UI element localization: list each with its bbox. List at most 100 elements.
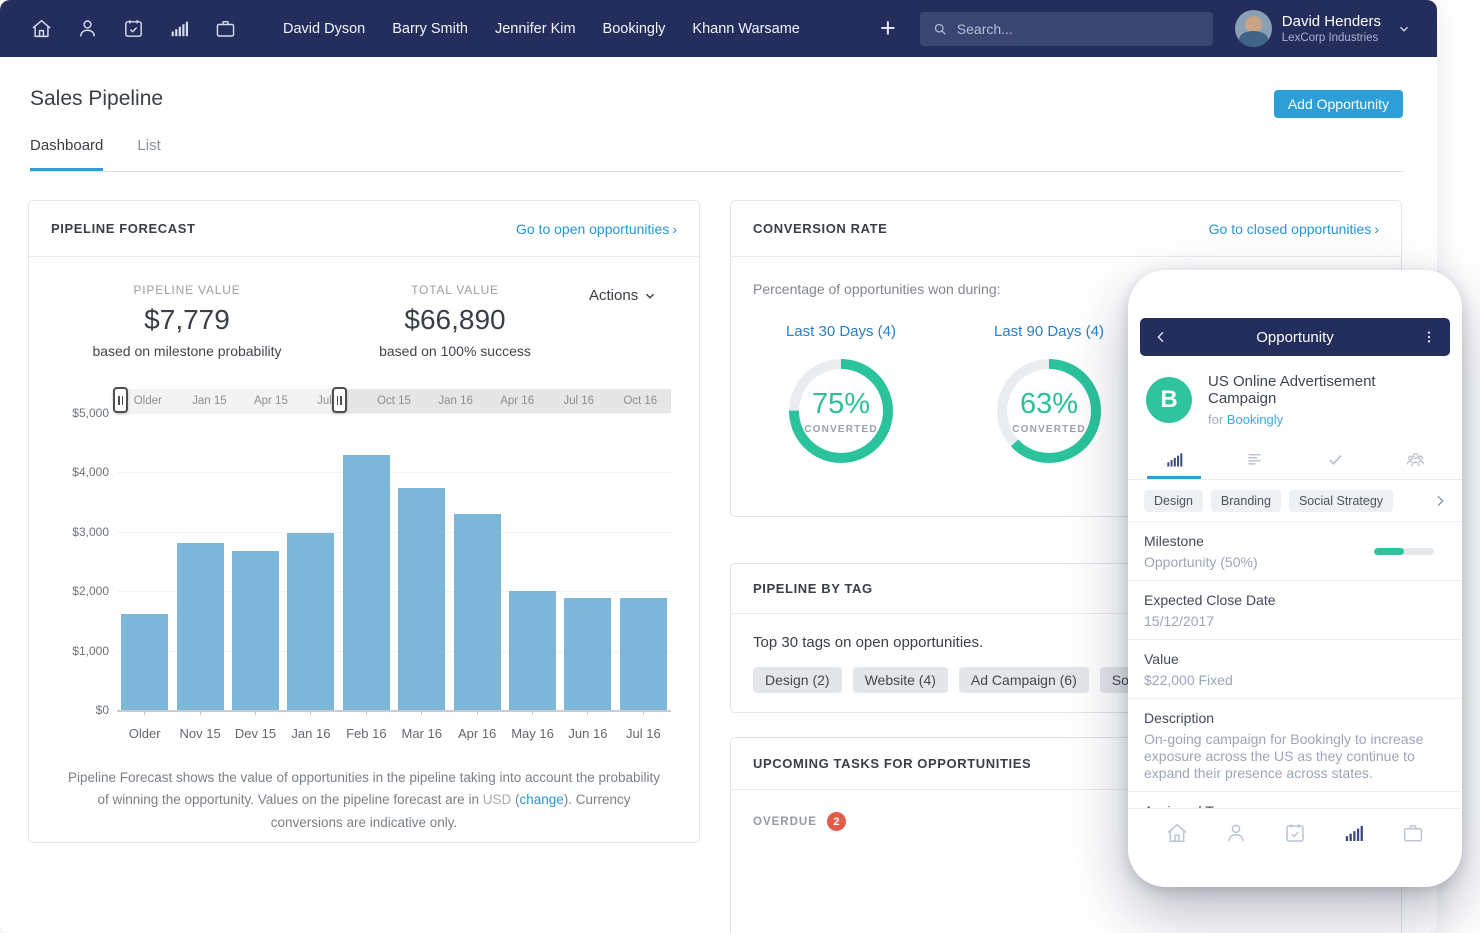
phone-tabs: [1128, 440, 1462, 480]
shortcut-jennifer-kim[interactable]: Jennifer Kim: [495, 21, 576, 37]
phone-nav-calendar[interactable]: [1266, 821, 1325, 845]
home-icon[interactable]: [30, 17, 53, 40]
x-axis-label: Jul 16: [616, 726, 671, 741]
shortcut-david-dyson[interactable]: David Dyson: [283, 21, 365, 37]
people-icon: [1405, 449, 1426, 470]
shortcut-bookingly[interactable]: Bookingly: [603, 21, 666, 37]
forecast-footnote: Pipeline Forecast shows the value of opp…: [64, 767, 664, 834]
topbar-shortcuts: David Dyson Barry Smith Jennifer Kim Boo…: [283, 21, 800, 37]
gridline: [117, 710, 671, 712]
forecast-stats: PIPELINE VALUE $7,779 based on milestone…: [29, 257, 699, 359]
slider-labels: OlderJan 15Apr 15Jul 15Oct 15Jan 16Apr 1…: [117, 389, 671, 413]
donut-period-label[interactable]: Last 30 Days (4): [737, 323, 945, 340]
person-icon: [1224, 821, 1248, 845]
home-icon: [1165, 821, 1189, 845]
open-opportunities-link[interactable]: Go to open opportunities›: [516, 221, 677, 237]
y-axis-label: $0: [57, 703, 109, 717]
phone-tab-notes[interactable]: [1215, 440, 1296, 479]
chevron-down-icon[interactable]: [1397, 22, 1411, 36]
x-axis-label: Dev 15: [228, 726, 283, 741]
user-name: David Henders: [1282, 13, 1381, 32]
tab-dashboard[interactable]: Dashboard: [30, 137, 103, 171]
stats-icon: [1342, 821, 1366, 845]
x-axis-label: Jun 16: [560, 726, 615, 741]
stats-icon: [1164, 449, 1185, 470]
phone-nav-cases[interactable]: [1383, 821, 1442, 845]
opportunity-summary: B US Online Advertisement Campaign for B…: [1128, 356, 1462, 440]
back-icon[interactable]: [1153, 329, 1169, 345]
kebab-menu-icon[interactable]: [1421, 329, 1437, 345]
x-axis-label: Mar 16: [394, 726, 449, 741]
contacts-icon[interactable]: [76, 17, 99, 40]
company-link[interactable]: Bookingly: [1227, 412, 1283, 427]
x-axis-label: Jan 16: [283, 726, 338, 741]
phone-tags-row[interactable]: DesignBrandingSocial Strategy: [1128, 480, 1462, 522]
phone-nav-home[interactable]: [1148, 821, 1207, 845]
sales-pipeline-icon[interactable]: [168, 17, 191, 40]
phone-tag-pill: Design: [1144, 490, 1203, 512]
shortcut-barry-smith[interactable]: Barry Smith: [392, 21, 468, 37]
phone-mockup: Opportunity B US Online Advertisement Ca…: [1128, 270, 1462, 887]
date-range-slider[interactable]: OlderJan 15Apr 15Jul 15Oct 15Jan 16Apr 1…: [117, 389, 671, 413]
donut-group: Last 90 Days (4) 63% CONVERTED: [945, 323, 1153, 466]
tag-pill[interactable]: Design (2): [753, 667, 842, 693]
currency-code: USD: [483, 792, 512, 807]
value-field: Value $22,000 Fixed: [1128, 640, 1462, 699]
slider-handle-left[interactable]: [113, 387, 128, 413]
actions-dropdown[interactable]: Actions: [589, 287, 675, 304]
notes-icon: [1244, 449, 1265, 470]
forecast-bar: [620, 598, 667, 710]
tag-pill[interactable]: Website (4): [853, 667, 948, 693]
phone-tab-tasks[interactable]: [1295, 440, 1376, 479]
phone-nav-pipeline[interactable]: [1324, 821, 1383, 845]
slider-label: Apr 15: [240, 389, 302, 413]
tag-pill[interactable]: Ad Campaign (6): [959, 667, 1089, 693]
donut-period-label[interactable]: Last 90 Days (4): [945, 323, 1153, 340]
slider-label: Jul 16: [548, 389, 610, 413]
forecast-bar: [232, 551, 279, 710]
y-axis-label: $4,000: [57, 465, 109, 479]
user-menu[interactable]: David Henders LexCorp Industries: [1235, 10, 1411, 47]
shortcut-khann-warsame[interactable]: Khann Warsame: [692, 21, 799, 37]
user-org: LexCorp Industries: [1282, 32, 1381, 44]
conversion-title: CONVERSION RATE: [753, 221, 887, 236]
add-icon[interactable]: +: [880, 15, 896, 42]
pipeline-value-stat: PIPELINE VALUE $7,779 based on milestone…: [53, 283, 321, 359]
topbar-icons: [30, 17, 237, 40]
forecast-bar: [454, 514, 501, 710]
forecast-bar: [121, 614, 168, 710]
slider-handle-right[interactable]: [332, 387, 347, 413]
closed-opportunities-link[interactable]: Go to closed opportunities›: [1209, 221, 1379, 237]
phone-tab-people[interactable]: [1376, 440, 1457, 479]
tasks-title: UPCOMING TASKS FOR OPPORTUNITIES: [753, 756, 1031, 771]
tab-list[interactable]: List: [137, 137, 160, 171]
slider-label: Oct 15: [363, 389, 425, 413]
forecast-chart: OlderJan 15Apr 15Jul 15Oct 15Jan 16Apr 1…: [57, 389, 671, 741]
y-axis-label: $5,000: [57, 406, 109, 420]
donut-caption: CONVERTED: [1012, 424, 1086, 435]
pipeline-forecast-card: PIPELINE FORECAST Go to open opportuniti…: [28, 200, 700, 843]
phone-nav-contacts[interactable]: [1207, 821, 1266, 845]
y-axis-label: $1,000: [57, 644, 109, 658]
tags-title: PIPELINE BY TAG: [753, 581, 873, 596]
overdue-label: OVERDUE: [753, 816, 817, 828]
conversion-donut: 75%CONVERTED: [786, 356, 896, 466]
x-axis-labels: OlderNov 15Dev 15Jan 16Feb 16Mar 16Apr 1…: [117, 710, 671, 741]
search-input[interactable]: [957, 21, 1201, 37]
search-box[interactable]: [920, 12, 1213, 46]
phone-tag-pills: DesignBrandingSocial Strategy: [1144, 490, 1432, 512]
phone-tag-pill: Social Strategy: [1289, 490, 1393, 512]
calendar-icon: [1283, 821, 1307, 845]
check-icon: [1325, 449, 1346, 470]
cases-icon[interactable]: [214, 17, 237, 40]
forecast-bar: [343, 455, 390, 710]
calendar-icon[interactable]: [122, 17, 145, 40]
change-currency-link[interactable]: change: [519, 792, 563, 807]
x-axis-label: May 16: [505, 726, 560, 741]
add-opportunity-button[interactable]: Add Opportunity: [1274, 90, 1403, 118]
total-value-stat: TOTAL VALUE $66,890 based on 100% succes…: [321, 283, 589, 359]
forecast-bar: [287, 533, 334, 710]
phone-tab-stats[interactable]: [1134, 440, 1215, 479]
chevron-right-icon[interactable]: [1432, 493, 1448, 509]
donut-percent: 63%: [1020, 388, 1078, 421]
